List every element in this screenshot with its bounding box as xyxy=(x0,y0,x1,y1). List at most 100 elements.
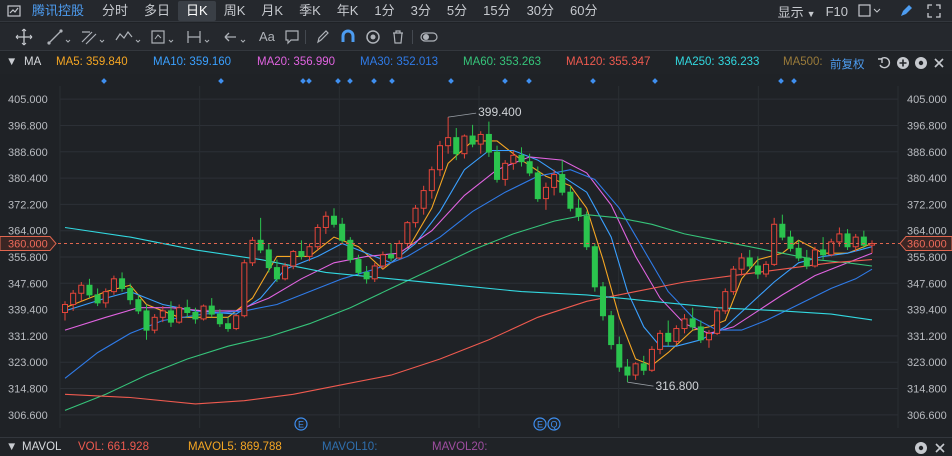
y-tick-label-right: 323.000 xyxy=(907,357,947,369)
low-price-label: 316.800 xyxy=(655,379,699,393)
trash-icon[interactable] xyxy=(390,28,406,46)
add-indicator-icon[interactable] xyxy=(896,56,910,70)
ma120-value: MA120: 355.347 xyxy=(566,56,651,68)
tab-60min[interactable]: 60分 xyxy=(562,1,605,21)
mavol5-value: MAVOL5: 869.788 xyxy=(188,441,282,453)
pen-icon[interactable] xyxy=(898,3,914,19)
event-marker-e[interactable]: E xyxy=(533,417,547,431)
eye-icon[interactable] xyxy=(365,28,381,46)
settings-icon[interactable] xyxy=(914,56,928,70)
candle-body xyxy=(469,135,476,145)
tab-multi-day[interactable]: 多日 xyxy=(136,1,178,21)
y-tick-label-left: 380.400 xyxy=(8,173,48,185)
candle-body xyxy=(502,162,509,180)
close-icon[interactable] xyxy=(932,56,946,70)
mavol-label[interactable]: MAVOL xyxy=(22,441,61,453)
collapse-chevron-icon[interactable]: ▼ xyxy=(6,441,17,453)
mavol10-value: MAVOL10: xyxy=(322,441,378,453)
event-marker-e[interactable]: E xyxy=(294,417,308,431)
candle-body xyxy=(330,215,338,225)
candlestick-chart[interactable]: 405.000 405.000 396.800 396.800 388.600 388.6… xyxy=(0,74,952,436)
close-icon[interactable] xyxy=(933,441,947,455)
candle-body xyxy=(803,257,810,267)
tab-30min[interactable]: 30分 xyxy=(519,1,562,21)
svg-text:E: E xyxy=(537,420,543,430)
candle-body xyxy=(143,310,150,331)
crosshair-icon[interactable] xyxy=(14,28,34,46)
ma10-value: MA10: 359.160 xyxy=(153,56,232,68)
tab-5min[interactable]: 5分 xyxy=(439,1,475,21)
tab-weekly-k[interactable]: 周K xyxy=(216,1,254,21)
event-diamond xyxy=(218,78,224,84)
pencil-icon[interactable] xyxy=(315,28,331,46)
tab-15min[interactable]: 15分 xyxy=(475,1,518,21)
ma20-value: MA20: 356.990 xyxy=(257,56,336,68)
candle-body xyxy=(665,332,672,342)
candle-body xyxy=(575,207,582,217)
event-diamond xyxy=(300,78,306,84)
toggle-icon[interactable] xyxy=(420,28,438,46)
candle-body xyxy=(795,247,802,259)
event-marker-q[interactable]: Q xyxy=(547,417,561,431)
candle-body xyxy=(526,161,533,174)
expand-icon[interactable] xyxy=(926,3,942,19)
layout-icon[interactable] xyxy=(858,3,886,19)
candle-body xyxy=(110,278,117,293)
ma60-value: MA60: 353.263 xyxy=(463,56,542,68)
candle-body xyxy=(127,287,134,301)
toolbar-divider xyxy=(412,30,413,44)
high-price-label: 399.400 xyxy=(478,105,522,119)
candle-body xyxy=(363,271,370,280)
tab-3min[interactable]: 3分 xyxy=(403,1,439,21)
settings-icon[interactable] xyxy=(914,441,928,455)
measure-tool-icon[interactable] xyxy=(186,28,214,46)
tab-monthly-k[interactable]: 月K xyxy=(253,1,291,21)
tab-yearly-k[interactable]: 年K xyxy=(329,1,367,21)
tab-intraday[interactable]: 分时 xyxy=(94,1,136,21)
ma-label[interactable]: MA xyxy=(24,56,41,68)
mavol20-value: MAVOL20: xyxy=(432,441,488,453)
tab-quarterly-k[interactable]: 季K xyxy=(291,1,329,21)
y-tick-label-left: 388.600 xyxy=(8,147,48,159)
volume-indicator-bar: ▼ MAVOL VOL: 661.928 MAVOL5: 869.788 MAV… xyxy=(0,437,952,456)
adjust-mode-button[interactable]: 前复权 xyxy=(830,56,865,72)
comment-icon[interactable] xyxy=(284,28,300,46)
y-tick-label-left: 347.600 xyxy=(8,278,48,290)
candle-body xyxy=(453,137,460,155)
magnet-icon[interactable] xyxy=(340,28,356,46)
candle-body xyxy=(461,135,468,155)
y-tick-label-right: 339.400 xyxy=(907,305,947,317)
text-tool-button[interactable]: Aa xyxy=(259,28,275,46)
event-diamond xyxy=(335,78,341,84)
y-tick-label-right: 306.600 xyxy=(907,410,947,422)
candle-body xyxy=(689,318,696,328)
candle-body xyxy=(494,151,501,180)
collapse-chevron-icon[interactable]: ▼ xyxy=(6,56,17,68)
chart-canvas[interactable]: 405.000 405.000 396.800 396.800 388.600 388.6… xyxy=(0,74,952,436)
candle-body xyxy=(119,278,126,289)
shape-tool-icon[interactable] xyxy=(150,28,178,46)
candle-body xyxy=(208,305,215,315)
f10-button[interactable]: F10 xyxy=(826,4,848,19)
y-tick-label-right: 347.600 xyxy=(907,278,947,290)
y-tick-label-right: 405.000 xyxy=(907,94,947,106)
candle-body xyxy=(436,145,443,171)
candle-body xyxy=(290,251,297,267)
tab-1min[interactable]: 1分 xyxy=(366,1,402,21)
candle-body xyxy=(412,207,419,224)
wave-tool-icon[interactable] xyxy=(114,28,144,46)
ma30-value: MA30: 352.013 xyxy=(360,56,439,68)
display-menu[interactable]: 显示 ▼ xyxy=(778,2,816,21)
channel-tool-icon[interactable] xyxy=(80,28,108,46)
arrow-tool-icon[interactable] xyxy=(222,28,250,46)
candle-body xyxy=(282,265,289,280)
candle-body xyxy=(559,174,566,193)
candle-body xyxy=(779,223,786,238)
y-tick-label-right: 388.600 xyxy=(907,147,947,159)
undo-icon[interactable] xyxy=(877,56,891,70)
tab-daily-k[interactable]: 日K xyxy=(178,0,216,21)
candle-body xyxy=(542,186,549,200)
ma500-value: MA500: xyxy=(783,56,823,68)
candle-body xyxy=(583,215,590,248)
line-tool-icon[interactable] xyxy=(46,28,74,46)
